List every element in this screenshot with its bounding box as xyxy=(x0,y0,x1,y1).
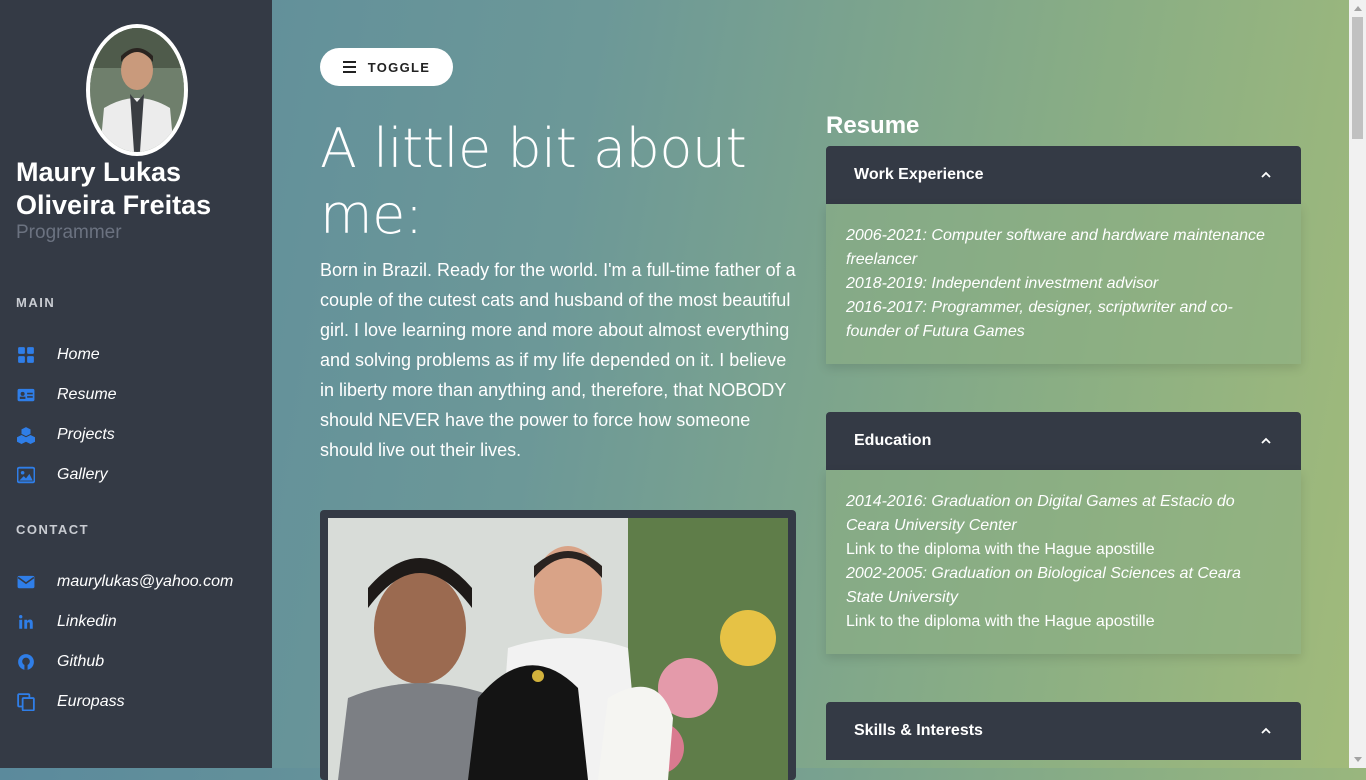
sidebar-item-linkedin[interactable]: Linkedin xyxy=(16,610,117,634)
work-experience-card: Work Experience 2006-2021: Computer soft… xyxy=(826,146,1301,364)
about-headline: A little bit about me: xyxy=(320,117,747,246)
avatar xyxy=(86,24,188,156)
education-card: Education 2014-2016: Graduation on Digit… xyxy=(826,412,1301,654)
scroll-up-icon[interactable] xyxy=(1349,0,1366,17)
page-scrollbar[interactable] xyxy=(1349,0,1366,768)
family-photo xyxy=(328,518,788,780)
card-title: Education xyxy=(854,432,932,449)
sidebar-item-label: Gallery xyxy=(57,466,108,483)
scroll-thumb[interactable] xyxy=(1352,17,1363,139)
menu-icon xyxy=(342,61,356,73)
main-section-title: MAIN xyxy=(16,295,56,310)
github-icon xyxy=(16,652,36,672)
sidebar-item-email[interactable]: maurylukas@yahoo.com xyxy=(16,570,233,594)
sidebar-item-gallery[interactable]: Gallery xyxy=(16,463,108,487)
sidebar-item-label: Home xyxy=(57,346,100,363)
education-header[interactable]: Education xyxy=(826,412,1301,470)
about-text: Born in Brazil. Ready for the world. I'm… xyxy=(320,260,796,460)
sidebar-item-label: Resume xyxy=(57,386,117,403)
education-line: 2014-2016: Graduation on Digital Games a… xyxy=(846,493,1235,534)
linkedin-icon xyxy=(16,612,36,632)
profile-name: Maury Lukas Oliveira Freitas xyxy=(16,157,212,220)
contact-section-title: CONTACT xyxy=(16,522,90,537)
sidebar-item-label: Projects xyxy=(57,426,115,443)
resume-title: Resume xyxy=(826,112,920,139)
cubes-icon xyxy=(16,425,36,445)
diploma-link[interactable]: Link to the diploma with the Hague apost… xyxy=(846,538,1281,562)
sidebar-item-label: Github xyxy=(57,653,105,670)
image-icon xyxy=(16,465,36,485)
envelope-icon xyxy=(16,572,36,592)
work-line: 2006-2021: Computer software and hardwar… xyxy=(846,227,1265,268)
sidebar-item-projects[interactable]: Projects xyxy=(16,423,115,447)
scroll-down-icon[interactable] xyxy=(1349,751,1366,768)
card-title: Skills & Interests xyxy=(854,722,983,739)
education-line: 2002-2005: Graduation on Biological Scie… xyxy=(846,565,1241,606)
sidebar-item-label: maurylukas@yahoo.com xyxy=(57,573,234,590)
work-experience-header[interactable]: Work Experience xyxy=(826,146,1301,204)
sidebar-item-resume[interactable]: Resume xyxy=(16,383,117,407)
work-line: 2018-2019: Independent investment adviso… xyxy=(846,275,1159,292)
skills-card: Skills & Interests xyxy=(826,702,1301,760)
toggle-button[interactable]: TOGGLE xyxy=(320,48,453,86)
sidebar-item-europass[interactable]: Europass xyxy=(16,690,125,714)
sidebar-item-label: Linkedin xyxy=(57,613,117,630)
chevron-up-icon xyxy=(1259,724,1273,738)
skills-header[interactable]: Skills & Interests xyxy=(826,702,1301,760)
profile-role: Programmer xyxy=(16,222,122,243)
photo-frame xyxy=(320,510,796,780)
toggle-label: TOGGLE xyxy=(367,59,431,75)
sidebar-item-github[interactable]: Github xyxy=(16,650,104,674)
diploma-link[interactable]: Link to the diploma with the Hague apost… xyxy=(846,610,1281,634)
chevron-up-icon xyxy=(1259,434,1273,448)
work-experience-body: 2006-2021: Computer software and hardwar… xyxy=(826,204,1301,364)
id-card-icon xyxy=(16,385,36,405)
sidebar: Maury Lukas Oliveira Freitas Programmer … xyxy=(0,0,272,768)
sidebar-item-label: Europass xyxy=(57,693,125,710)
copy-icon xyxy=(16,692,36,712)
education-body: 2014-2016: Graduation on Digital Games a… xyxy=(826,470,1301,654)
chevron-up-icon xyxy=(1259,168,1273,182)
card-title: Work Experience xyxy=(854,166,984,183)
work-line: 2016-2017: Programmer, designer, scriptw… xyxy=(846,299,1233,340)
grid-icon xyxy=(16,345,36,365)
sidebar-item-home[interactable]: Home xyxy=(16,343,100,367)
